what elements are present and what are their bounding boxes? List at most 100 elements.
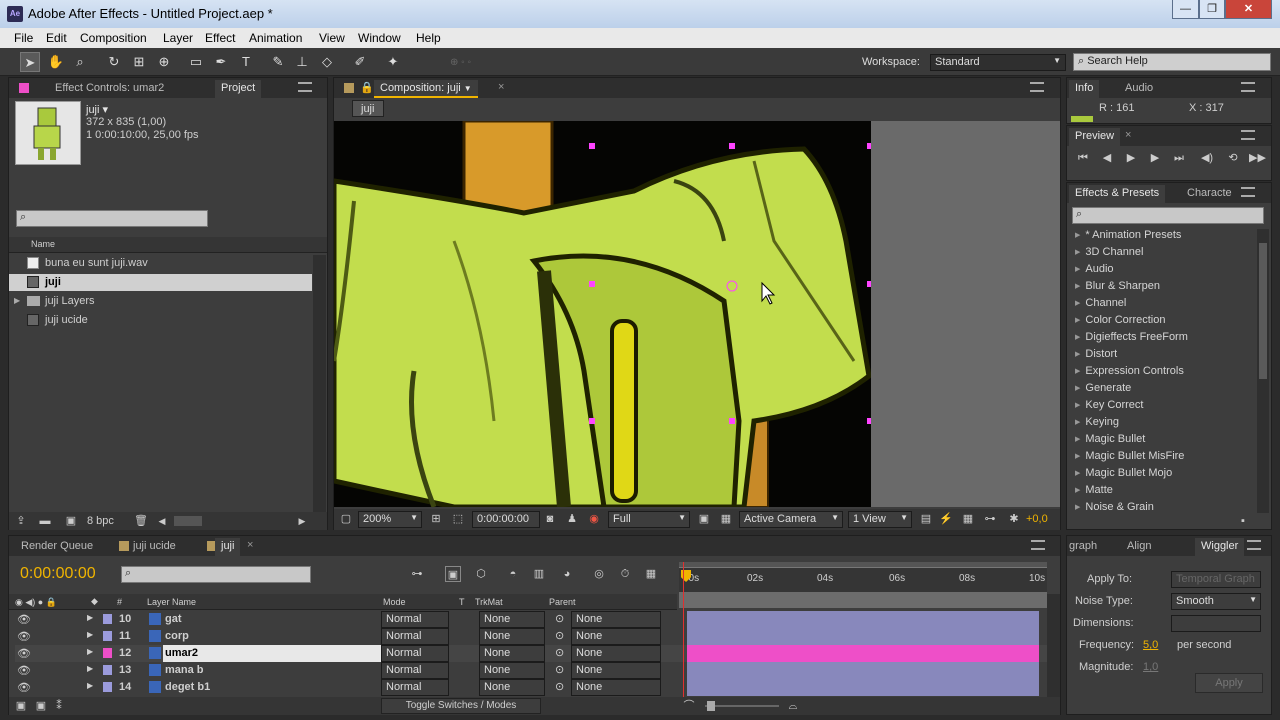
trash-icon[interactable]: 🗑 [133,513,149,529]
close-tab-icon[interactable]: × [498,81,504,93]
panel-menu-icon[interactable] [1241,82,1255,92]
effects-category-item[interactable]: Digieffects FreeForm [1075,331,1188,343]
timeline-scrollbar[interactable] [1047,594,1060,698]
previous-frame-icon[interactable]: ◀ [1099,150,1115,166]
loop-icon[interactable]: ⟲ [1225,150,1241,166]
effects-search-input[interactable]: ⌕ [1072,207,1264,224]
pan-behind-tool-icon[interactable]: ⊕ [154,52,174,72]
tab-wiggler[interactable]: Wiggler [1195,538,1245,556]
eye-icon[interactable]: 👁 [17,630,31,643]
minimize-button[interactable]: — [1172,0,1199,19]
tab-render-queue[interactable]: Render Queue [15,538,99,556]
list-item[interactable]: ▶ juji Layers [9,293,312,310]
zoom-slider[interactable] [705,705,779,707]
zoom-out-icon[interactable]: ⌒ [681,698,697,714]
scroll-right-icon[interactable]: ▶ [294,513,310,529]
expand-triangle-icon[interactable]: ▶ [14,296,20,305]
pick-whip-icon[interactable]: ⊙ [555,663,564,676]
effects-category-item[interactable]: Magic Bullet [1075,433,1145,445]
eye-icon[interactable]: 👁 [17,681,31,694]
puppet-pin-tool-icon[interactable]: ✦ [383,52,403,72]
menu-edit[interactable]: Edit [46,31,67,45]
selection-tool-icon[interactable]: ➤ [20,52,40,72]
apply-to-dropdown[interactable]: Temporal Graph [1171,571,1261,588]
draft-3d-icon[interactable]: ⬡ [473,566,489,582]
panel-menu-icon[interactable] [1241,187,1255,197]
effects-scroll-thumb[interactable] [1259,243,1267,379]
panel-menu-icon[interactable] [1241,130,1255,140]
layer-mode-dropdown[interactable]: Normal [381,662,449,679]
effects-category-item[interactable]: Magic Bullet MisFire [1075,450,1184,462]
layer-row[interactable]: 👁 ▶ 10 gat Normal None ⊙ None [15,611,1055,628]
view-layout-dropdown[interactable]: 1 View ▼ [848,511,912,528]
effects-category-item[interactable]: Generate [1075,382,1131,394]
layer-mode-dropdown[interactable]: Normal [381,645,449,662]
first-frame-icon[interactable]: ⏮ [1075,150,1091,166]
effects-category-item[interactable]: Key Correct [1075,399,1143,411]
close-tab-icon[interactable]: × [1125,129,1131,141]
next-frame-icon[interactable]: ▶ [1147,150,1163,166]
project-search-input[interactable]: ⌕ [16,210,208,227]
transparency-grid-icon[interactable]: ▦ [718,511,734,527]
effects-category-item[interactable]: Color Correction [1075,314,1165,326]
menu-window[interactable]: Window [358,31,401,45]
play-icon[interactable]: ▶ [1123,150,1139,166]
exposure-value[interactable]: +0,0 [1026,513,1048,525]
zoom-dropdown[interactable]: 200% ▼ [358,511,422,528]
layer-label-color[interactable] [103,682,112,692]
layer-name[interactable]: corp [165,630,189,642]
menu-animation[interactable]: Animation [249,31,302,45]
layer-trkmat-dropdown[interactable]: None [479,679,545,696]
mask-visibility-icon[interactable]: ⬚ [450,511,466,527]
effects-category-item[interactable]: Noise & Grain [1075,501,1153,513]
layer-label-color[interactable] [103,665,112,675]
expand-triangle-icon[interactable]: ▶ [87,647,93,656]
layer-label-color[interactable] [103,631,112,641]
layer-mode-dropdown[interactable]: Normal [381,611,449,628]
layer-trkmat-dropdown[interactable]: None [479,645,545,662]
column-number[interactable]: # [117,597,122,607]
column-t[interactable]: T [459,597,465,607]
rectangle-tool-icon[interactable]: ▭ [186,52,206,72]
frame-blending-icon[interactable]: ▥ [531,566,547,582]
pen-tool-icon[interactable]: ✒ [211,52,231,72]
zoom-slider-thumb[interactable] [707,701,715,711]
layer-name[interactable]: umar2 [163,645,383,662]
timeline-current-time[interactable]: 0:00:00:00 [20,565,96,583]
layer-duration-bar[interactable] [687,679,1039,696]
show-snapshot-icon[interactable]: ♟ [564,511,580,527]
horizontal-scroll-thumb[interactable] [174,516,202,526]
comp-mini-flowchart-icon[interactable]: ⊶ [409,566,425,582]
effects-category-item[interactable]: Distort [1075,348,1117,360]
region-of-interest-icon[interactable]: ▣ [696,511,712,527]
layer-label-color[interactable] [103,614,112,624]
effects-category-item[interactable]: Audio [1075,263,1113,275]
tab-effect-controls[interactable]: Effect Controls: umar2 [49,80,170,98]
list-item[interactable]: juji ucide [9,312,312,329]
new-preset-icon[interactable]: ▪ [1235,513,1251,529]
effects-category-item[interactable]: Expression Controls [1075,365,1183,377]
toggle-layer-switches-icon[interactable]: ▣ [13,698,29,714]
layer-name[interactable]: mana b [165,664,204,676]
expand-triangle-icon[interactable]: ▶ [87,664,93,673]
layer-row[interactable]: 👁 ▶ 12 umar2 Normal None ⊙ None [15,645,1055,662]
tab-juji-ucide[interactable]: juji ucide [127,538,182,556]
panel-menu-icon[interactable] [298,82,312,92]
rgb-channel-icon[interactable]: ◉ [586,511,602,527]
expand-triangle-icon[interactable]: ▶ [87,613,93,622]
current-time-display[interactable]: 0:00:00:00 [472,511,540,528]
eye-icon[interactable]: 👁 [17,647,31,660]
menu-layer[interactable]: Layer [163,31,193,45]
expand-triangle-icon[interactable]: ▶ [87,630,93,639]
tab-juji-timeline[interactable]: juji [215,538,241,556]
pick-whip-icon[interactable]: ⊙ [555,612,564,625]
effects-category-item[interactable]: 3D Channel [1075,246,1143,258]
noise-type-dropdown[interactable]: Smooth ▼ [1171,593,1261,610]
zoom-tool-icon[interactable]: ⌕ [70,52,90,72]
effects-category-item[interactable]: Matte [1075,484,1113,496]
snapshot-camera-icon[interactable]: ◙ [542,511,558,527]
composition-viewer[interactable] [334,121,1060,507]
layer-row[interactable]: 👁 ▶ 13 mana b Normal None ⊙ None [15,662,1055,679]
work-area-bar[interactable] [679,562,1047,568]
layer-duration-bar[interactable] [687,628,1039,645]
